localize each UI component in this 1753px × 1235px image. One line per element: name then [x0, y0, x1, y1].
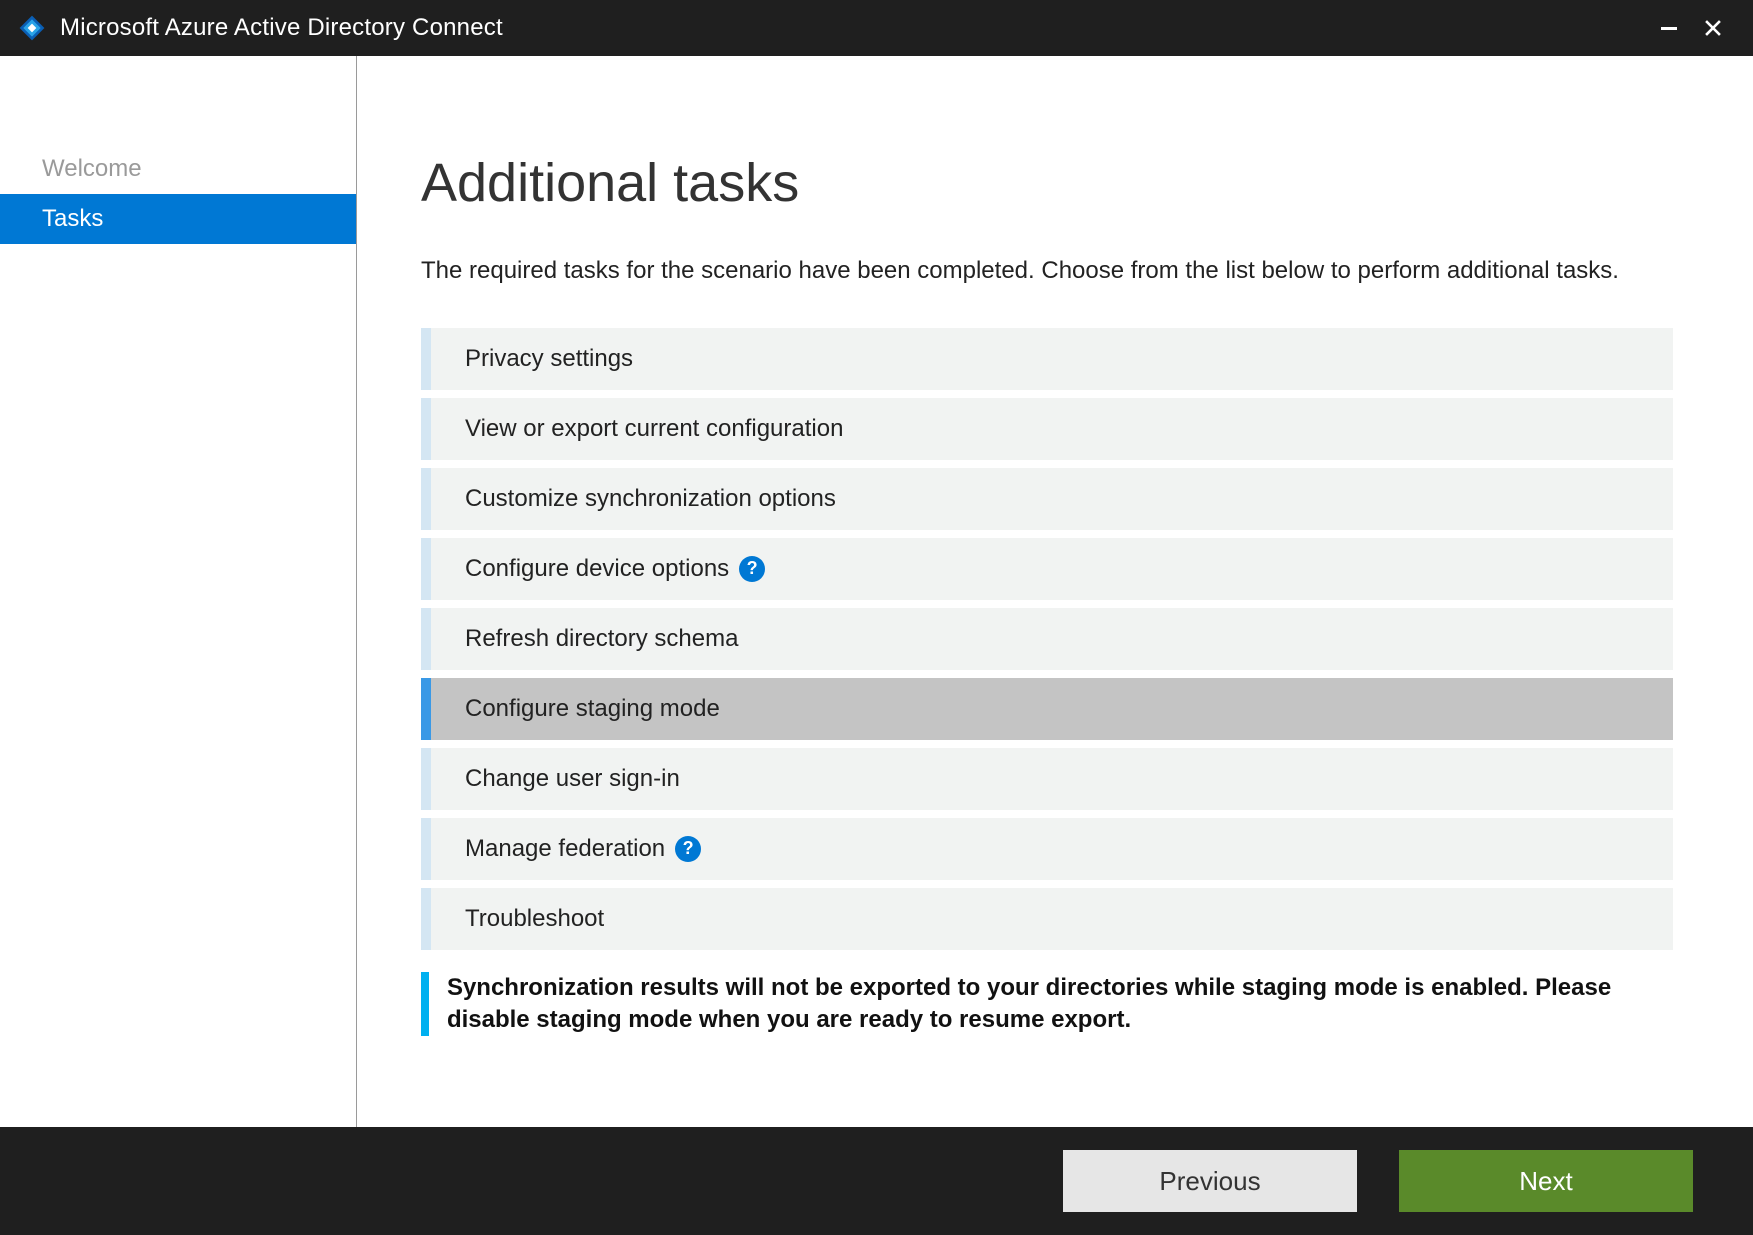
task-label: Refresh directory schema [465, 625, 738, 653]
next-button[interactable]: Next [1399, 1150, 1693, 1212]
previous-button[interactable]: Previous [1063, 1150, 1357, 1212]
task-item-change-user-signin[interactable]: Change user sign-in [421, 748, 1673, 810]
task-item-manage-federation[interactable]: Manage federation ? [421, 818, 1673, 880]
task-item-configure-device-options[interactable]: Configure device options ? [421, 538, 1673, 600]
task-item-view-export-config[interactable]: View or export current configuration [421, 398, 1673, 460]
task-item-refresh-schema[interactable]: Refresh directory schema [421, 608, 1673, 670]
window-title: Microsoft Azure Active Directory Connect [60, 14, 1647, 42]
task-label: View or export current configuration [465, 415, 843, 443]
task-item-troubleshoot[interactable]: Troubleshoot [421, 888, 1673, 950]
task-label: Privacy settings [465, 345, 633, 373]
title-bar: Microsoft Azure Active Directory Connect [0, 0, 1753, 56]
sidebar-item-welcome[interactable]: Welcome [0, 144, 356, 194]
task-label: Configure device options [465, 555, 729, 583]
task-label: Manage federation [465, 835, 665, 863]
help-icon[interactable]: ? [675, 836, 701, 862]
close-button[interactable] [1691, 8, 1735, 48]
app-window: Microsoft Azure Active Directory Connect… [0, 0, 1753, 1235]
task-list: Privacy settings View or export current … [421, 328, 1673, 950]
notice-text: Synchronization results will not be expo… [447, 972, 1673, 1037]
task-label: Customize synchronization options [465, 485, 836, 513]
minimize-button[interactable] [1647, 8, 1691, 48]
sidebar-item-label: Tasks [42, 205, 103, 233]
footer: Previous Next [0, 1127, 1753, 1235]
minimize-icon [1661, 27, 1677, 30]
task-label: Configure staging mode [465, 695, 720, 723]
task-label: Change user sign-in [465, 765, 680, 793]
task-item-configure-staging-mode[interactable]: Configure staging mode [421, 678, 1673, 740]
task-label: Troubleshoot [465, 905, 604, 933]
page-heading: Additional tasks [421, 152, 1689, 214]
staging-mode-notice: Synchronization results will not be expo… [421, 972, 1673, 1037]
page-intro: The required tasks for the scenario have… [421, 254, 1661, 288]
app-logo-icon [18, 14, 46, 42]
sidebar: Welcome Tasks [0, 56, 357, 1127]
help-icon[interactable]: ? [739, 556, 765, 582]
body: Welcome Tasks Additional tasks The requi… [0, 56, 1753, 1127]
task-item-privacy-settings[interactable]: Privacy settings [421, 328, 1673, 390]
task-item-customize-sync[interactable]: Customize synchronization options [421, 468, 1673, 530]
close-icon [1705, 20, 1721, 36]
main-content: Additional tasks The required tasks for … [357, 56, 1753, 1127]
notice-accent-bar [421, 972, 429, 1037]
sidebar-item-tasks[interactable]: Tasks [0, 194, 356, 244]
sidebar-item-label: Welcome [42, 155, 142, 183]
